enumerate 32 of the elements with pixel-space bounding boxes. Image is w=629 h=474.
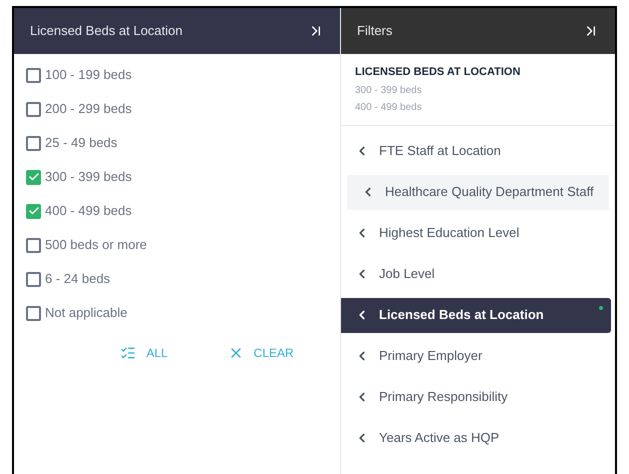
clear-button[interactable]: CLEAR (228, 344, 294, 362)
panel-title: Filters (357, 22, 392, 40)
filter-item[interactable]: FTE Staff at Location (341, 134, 615, 168)
filter-item[interactable]: Primary Responsibility (341, 380, 615, 414)
checkbox-option[interactable]: 200 - 299 beds (26, 98, 328, 120)
filter-item[interactable]: Licensed Beds at Location (341, 298, 611, 332)
summary-value: 300 - 399 beds (355, 84, 423, 98)
filter-item[interactable]: Job Level (341, 256, 615, 292)
checkbox[interactable] (26, 68, 41, 82)
panel-title: Licensed Beds at Location (30, 22, 182, 40)
checkbox[interactable] (26, 238, 41, 252)
summary-value: 400 - 499 beds (355, 100, 423, 114)
checkbox-option[interactable]: 100 - 199 beds (26, 64, 328, 86)
checkbox[interactable] (26, 102, 41, 116)
select-all-button[interactable]: ALL (120, 344, 168, 362)
checkbox-option[interactable]: 6 - 24 beds (26, 268, 328, 290)
checkbox-option[interactable]: 500 beds or more (26, 234, 328, 256)
checkbox[interactable] (26, 306, 41, 320)
filter-item[interactable]: Primary Employer (341, 338, 615, 374)
checkbox-option[interactable]: 400 - 499 beds (26, 200, 328, 222)
checkbox-option[interactable]: Not applicable (26, 302, 328, 324)
checkbox[interactable] (26, 136, 41, 150)
checkbox[interactable] (26, 170, 41, 184)
filter-item[interactable]: Years Active as HQP (341, 420, 615, 456)
filter-item[interactable]: Healthcare Quality Department Staff (347, 174, 609, 210)
checkbox[interactable] (26, 272, 41, 286)
checkbox[interactable] (26, 204, 41, 218)
summary-heading: LICENSED BEDS AT LOCATION (355, 65, 522, 80)
filter-item[interactable]: Highest Education Level (341, 216, 615, 250)
select-all-icon (120, 345, 136, 361)
checkbox-option[interactable]: 25 - 49 beds (26, 132, 328, 154)
checkbox-option[interactable]: 300 - 399 beds (26, 166, 328, 188)
